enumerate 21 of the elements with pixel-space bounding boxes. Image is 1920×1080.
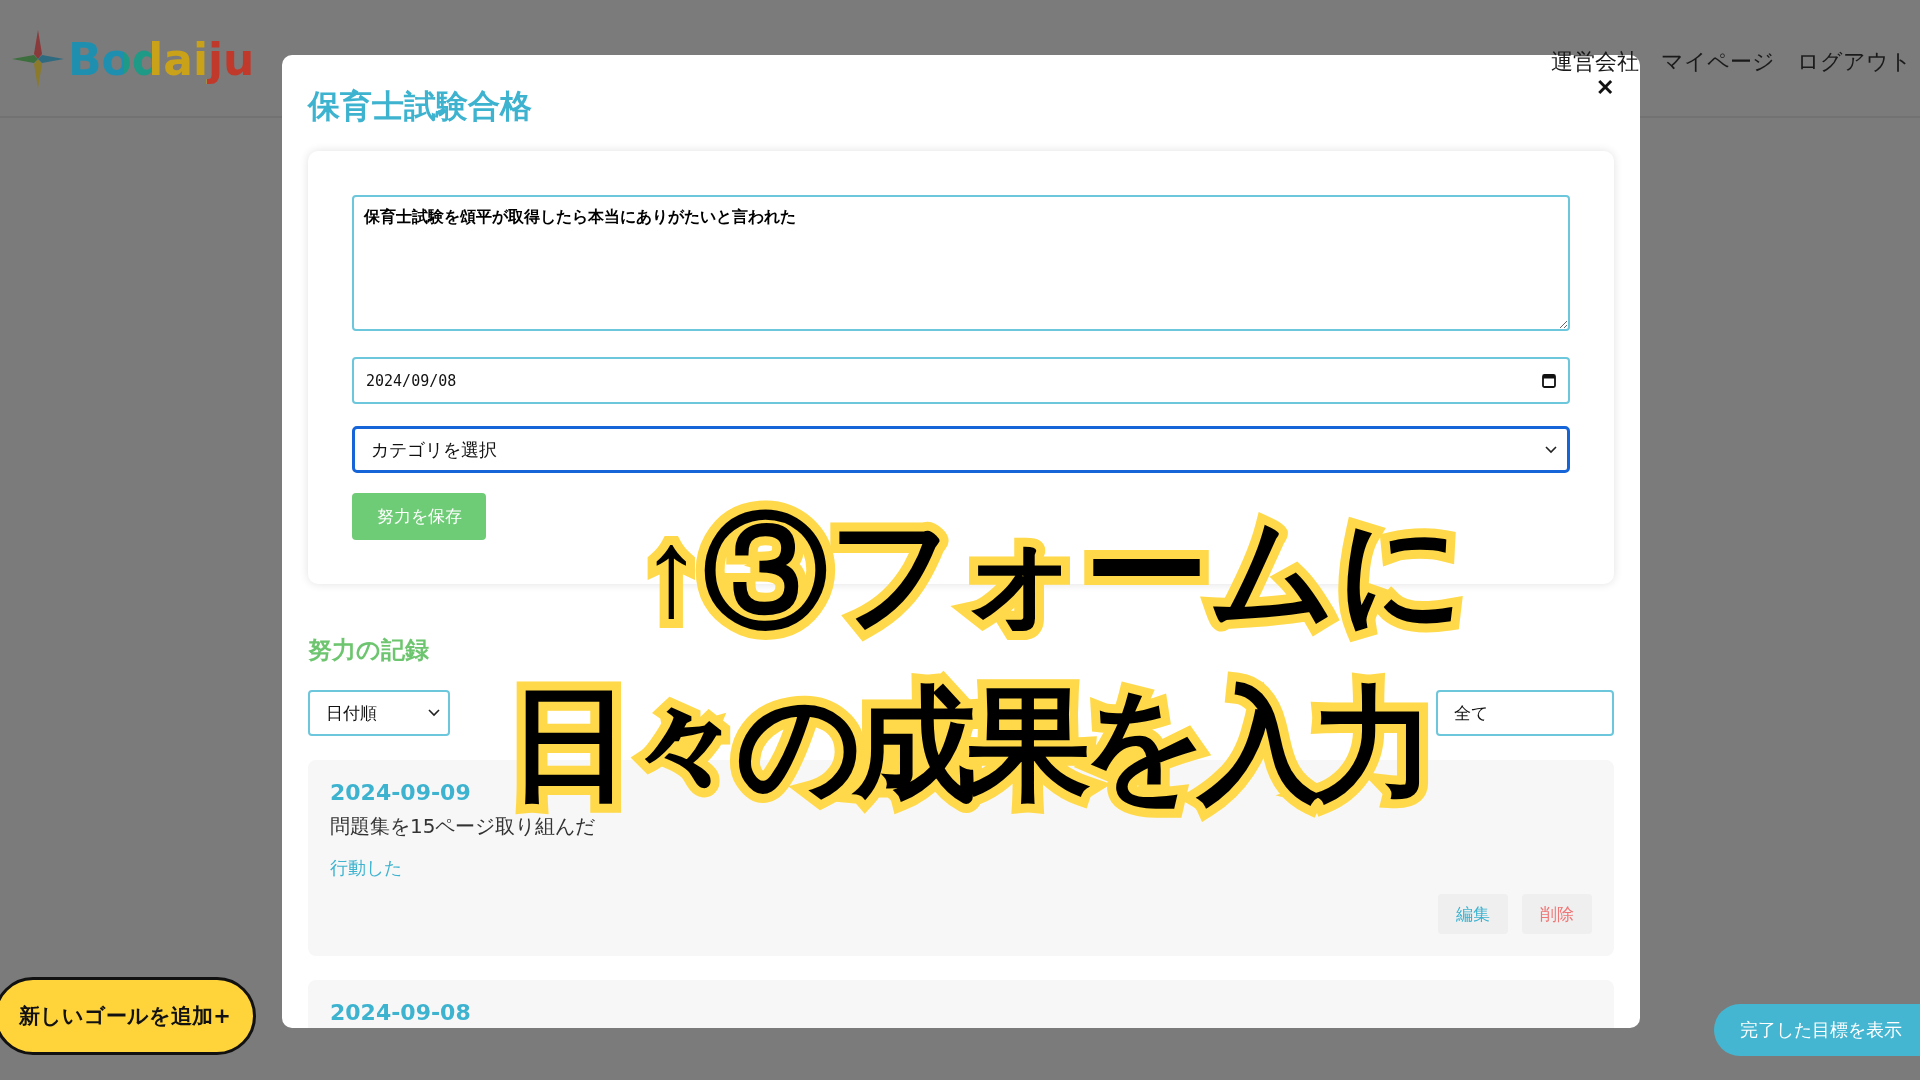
record-date: 2024-09-08 bbox=[330, 1000, 472, 1025]
sort-select[interactable]: 日付順 bbox=[308, 690, 450, 736]
record-text: 問題集を15ページ取り組んだ bbox=[330, 813, 597, 840]
section-heading: 努力の記録 bbox=[308, 635, 430, 666]
chevron-down-icon bbox=[1545, 445, 1557, 454]
category-select[interactable]: カテゴリを選択 bbox=[352, 426, 1570, 473]
star-logo-icon bbox=[12, 30, 64, 88]
close-button[interactable]: ✕ bbox=[1596, 75, 1614, 101]
date-field[interactable]: 2024/09/08 bbox=[352, 357, 1570, 404]
annotation-text: ↑③フォームに bbox=[640, 501, 1465, 643]
record-tag: 行動した bbox=[330, 856, 1592, 880]
chevron-down-icon bbox=[428, 709, 440, 717]
nav-link[interactable]: マイページ bbox=[1661, 46, 1775, 77]
modal-title: 保育士試験合格 bbox=[308, 86, 532, 127]
filter-select[interactable]: 全て bbox=[1436, 690, 1614, 736]
nav-link[interactable]: ログアウト bbox=[1797, 46, 1912, 77]
add-goal-button[interactable]: 新しいゴールを追加+ bbox=[0, 977, 256, 1055]
nav-link[interactable]: 運営会社 bbox=[1551, 46, 1639, 77]
calendar-icon[interactable] bbox=[1542, 373, 1556, 388]
record-date: 2024-09-09 bbox=[330, 780, 472, 805]
note-textarea[interactable]: 保育士試験を頌平が取得したら本当にありがたいと言われた bbox=[352, 195, 1570, 331]
